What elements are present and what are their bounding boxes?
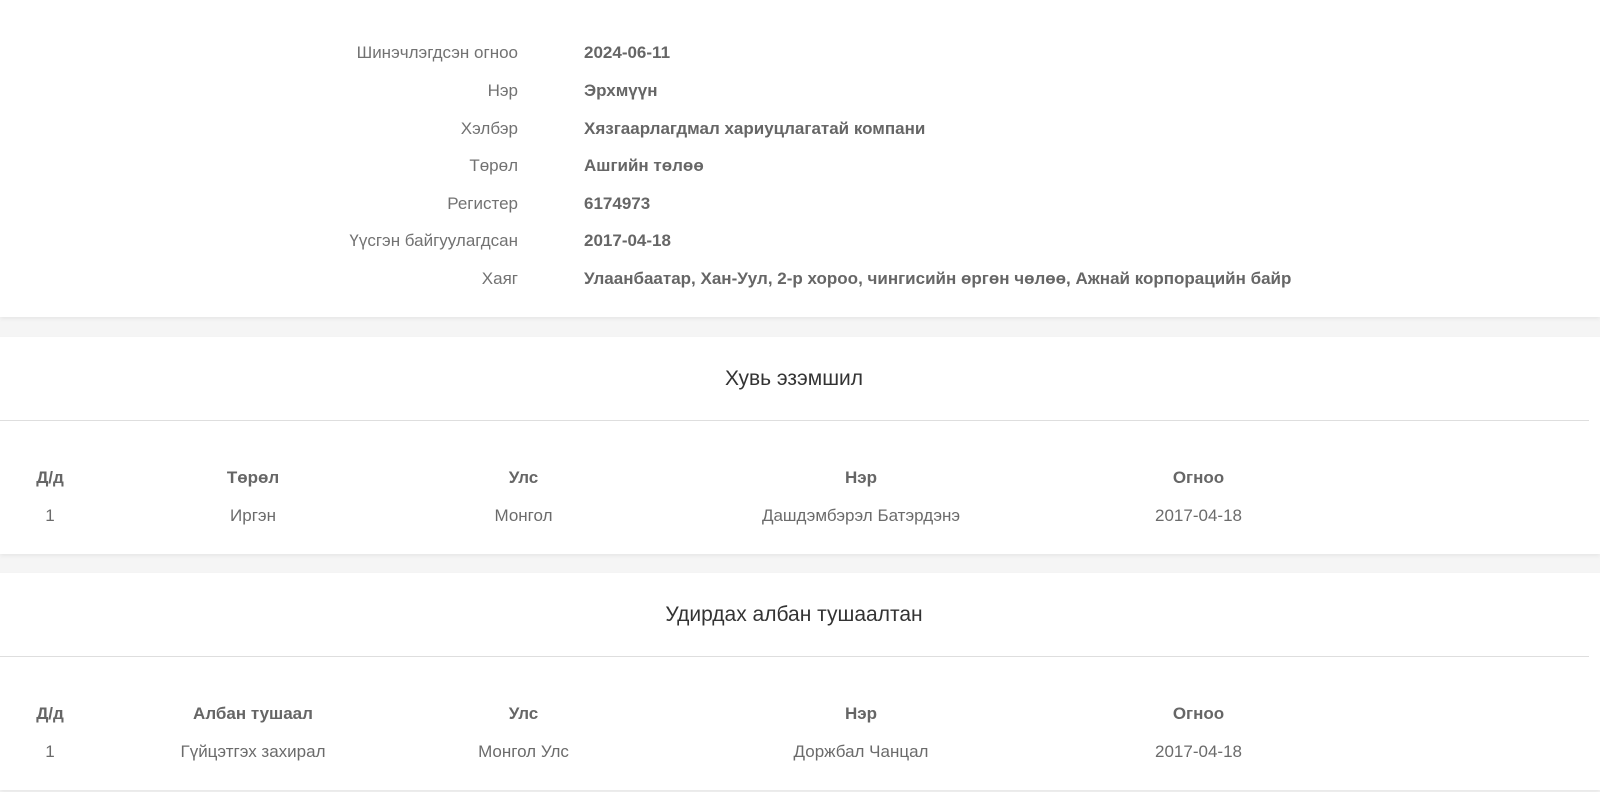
officials-cell-index: 1 [45, 741, 55, 761]
info-row-founded: Үүсгэн байгуулагдсан 2017-04-18 [0, 222, 1600, 259]
founded-label: Үүсгэн байгуулагдсан [349, 230, 518, 250]
info-row-updated-date: Шинэчлэгдсэн огноо 2024-06-11 [0, 34, 1600, 71]
officials-cell-country: Монгол Улс [478, 741, 569, 761]
ownership-cell-index: 1 [45, 505, 55, 525]
officials-section: Удирдах албан тушаалтан Д/д Албан тушаал… [0, 573, 1600, 790]
type-value: Ашгийн төлөө [584, 155, 704, 175]
info-row-register: Регистер 6174973 [0, 185, 1600, 222]
ownership-cell-name: Дашдэмбэрэл Батэрдэнэ [761, 505, 961, 525]
register-label: Регистер [447, 193, 518, 213]
ownership-section: Хувь эзэмшил Д/д Төрөл Улс Нэр Огноо 1 И… [0, 337, 1600, 554]
register-value: 6174973 [584, 193, 651, 213]
officials-col-country: Улс [508, 703, 539, 723]
ownership-col-type: Төрөл [226, 467, 280, 487]
name-label: Нэр [487, 80, 518, 100]
type-label: Төрөл [469, 155, 518, 175]
info-row-type: Төрөл Ашгийн төлөө [0, 147, 1600, 184]
address-label: Хаяг [481, 268, 518, 288]
officials-title: Удирдах албан тушаалтан [665, 602, 923, 626]
company-detail-page: Шинэчлэгдсэн огноо 2024-06-11 Нэр Эрхмүү… [0, 0, 1600, 792]
officials-divider [0, 656, 1589, 657]
officials-col-date: Огноо [1172, 703, 1225, 723]
ownership-divider [0, 420, 1589, 421]
officials-table-header: Д/д Албан тушаал Улс Нэр Огноо [0, 695, 1600, 732]
officials-col-index: Д/д [36, 703, 64, 723]
ownership-col-date: Огноо [1172, 467, 1225, 487]
info-row-form: Хэлбэр Хязгаарлагдмал хариуцлагатай комп… [0, 110, 1600, 147]
updated-date-value: 2024-06-11 [584, 42, 671, 62]
ownership-col-index: Д/д [36, 467, 64, 487]
company-info-card: Шинэчлэгдсэн огноо 2024-06-11 Нэр Эрхмүү… [0, 0, 1600, 317]
updated-date-label: Шинэчлэгдсэн огноо [356, 42, 518, 62]
ownership-table-header: Д/д Төрөл Улс Нэр Огноо [0, 459, 1600, 496]
ownership-col-country: Улс [508, 467, 539, 487]
officials-cell-position: Гүйцэтгэх захирал [180, 741, 326, 761]
form-label: Хэлбэр [460, 118, 518, 138]
ownership-cell-date: 2017-04-18 [1155, 505, 1242, 525]
table-row: 1 Гүйцэтгэх захирал Монгол Улс Доржбал Ч… [0, 733, 1600, 770]
officials-col-name: Нэр [844, 703, 878, 723]
ownership-col-name: Нэр [844, 467, 878, 487]
ownership-title: Хувь эзэмшил [724, 366, 864, 390]
ownership-cell-type: Иргэн [230, 505, 276, 525]
address-value: Улаанбаатар, Хан-Уул, 2-р хороо, чингиси… [584, 268, 1292, 288]
info-row-address: Хаяг Улаанбаатар, Хан-Уул, 2-р хороо, чи… [0, 260, 1600, 297]
officials-cell-name: Доржбал Чанцал [793, 741, 929, 761]
officials-cell-date: 2017-04-18 [1155, 741, 1242, 761]
name-value: Эрхмүүн [584, 80, 658, 100]
ownership-cell-country: Монгол [494, 505, 553, 525]
founded-value: 2017-04-18 [584, 230, 671, 250]
form-value: Хязгаарлагдмал хариуцлагатай компани [584, 118, 926, 138]
officials-col-position: Албан тушаал [193, 703, 313, 723]
info-row-name: Нэр Эрхмүүн [0, 72, 1600, 109]
table-row: 1 Иргэн Монгол Дашдэмбэрэл Батэрдэнэ 201… [0, 497, 1600, 534]
